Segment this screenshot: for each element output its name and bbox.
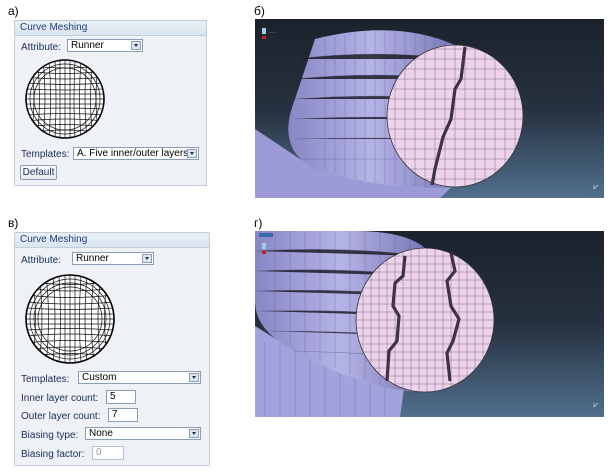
chevron-down-icon[interactable] — [131, 41, 141, 50]
chevron-down-icon[interactable] — [189, 373, 199, 382]
inner-layer-count-input[interactable]: 5 — [106, 390, 136, 404]
attribute-select[interactable]: Runner — [72, 252, 154, 265]
chevron-down-icon[interactable] — [187, 149, 197, 158]
biasing-type-select[interactable]: None — [85, 427, 201, 440]
attribute-select-value: Runner — [76, 253, 109, 264]
svg-text:......: ...... — [269, 30, 276, 34]
templates-label: Templates: — [21, 374, 70, 385]
default-button[interactable]: Default — [20, 165, 57, 180]
outer-layer-count-input[interactable]: 7 — [108, 408, 138, 422]
render-viewport-g[interactable]: ...... — [255, 231, 604, 417]
curve-meshing-panel-a: Curve Meshing Attribute: Runner Template… — [14, 20, 207, 186]
svg-text:......: ...... — [269, 245, 276, 249]
runner-mesh-render-b: ...... — [255, 19, 604, 198]
templates-select-value: Custom — [82, 372, 117, 383]
figure-label-g: г) — [254, 216, 263, 230]
biasing-factor-input[interactable]: 0 — [92, 446, 124, 460]
templates-select[interactable]: Custom — [78, 371, 201, 384]
mesh-template-preview — [25, 274, 115, 364]
chevron-down-icon[interactable] — [142, 254, 152, 263]
inner-layer-count-label: Inner layer count: — [21, 393, 99, 404]
chevron-down-icon[interactable] — [189, 429, 199, 438]
attribute-label: Attribute: — [21, 42, 62, 53]
render-viewport-b[interactable]: ...... — [255, 19, 604, 198]
templates-label: Templates: — [21, 149, 70, 160]
panel-title: Curve Meshing — [15, 21, 206, 36]
figure-label-v: в) — [8, 216, 19, 230]
templates-select[interactable]: A. Five inner/outer layers — [73, 147, 199, 160]
attribute-select-value: Runner — [71, 40, 104, 51]
figure-label-a: а) — [8, 4, 19, 18]
attribute-select[interactable]: Runner — [67, 39, 143, 52]
biasing-type-label: Biasing type: — [21, 430, 79, 441]
outer-layer-count-label: Outer layer count: — [21, 411, 101, 422]
biasing-factor-label: Biasing factor: — [21, 449, 85, 460]
mesh-template-preview — [25, 59, 105, 139]
figure-label-b: б) — [254, 4, 265, 18]
biasing-type-select-value: None — [89, 428, 113, 439]
attribute-label: Attribute: — [21, 255, 62, 266]
runner-mesh-render-g: ...... — [255, 231, 604, 417]
templates-select-value: A. Five inner/outer layers — [77, 148, 189, 159]
curve-meshing-panel-v: Curve Meshing Attribute: Runner Template… — [14, 232, 210, 466]
panel-title: Curve Meshing — [15, 233, 209, 248]
